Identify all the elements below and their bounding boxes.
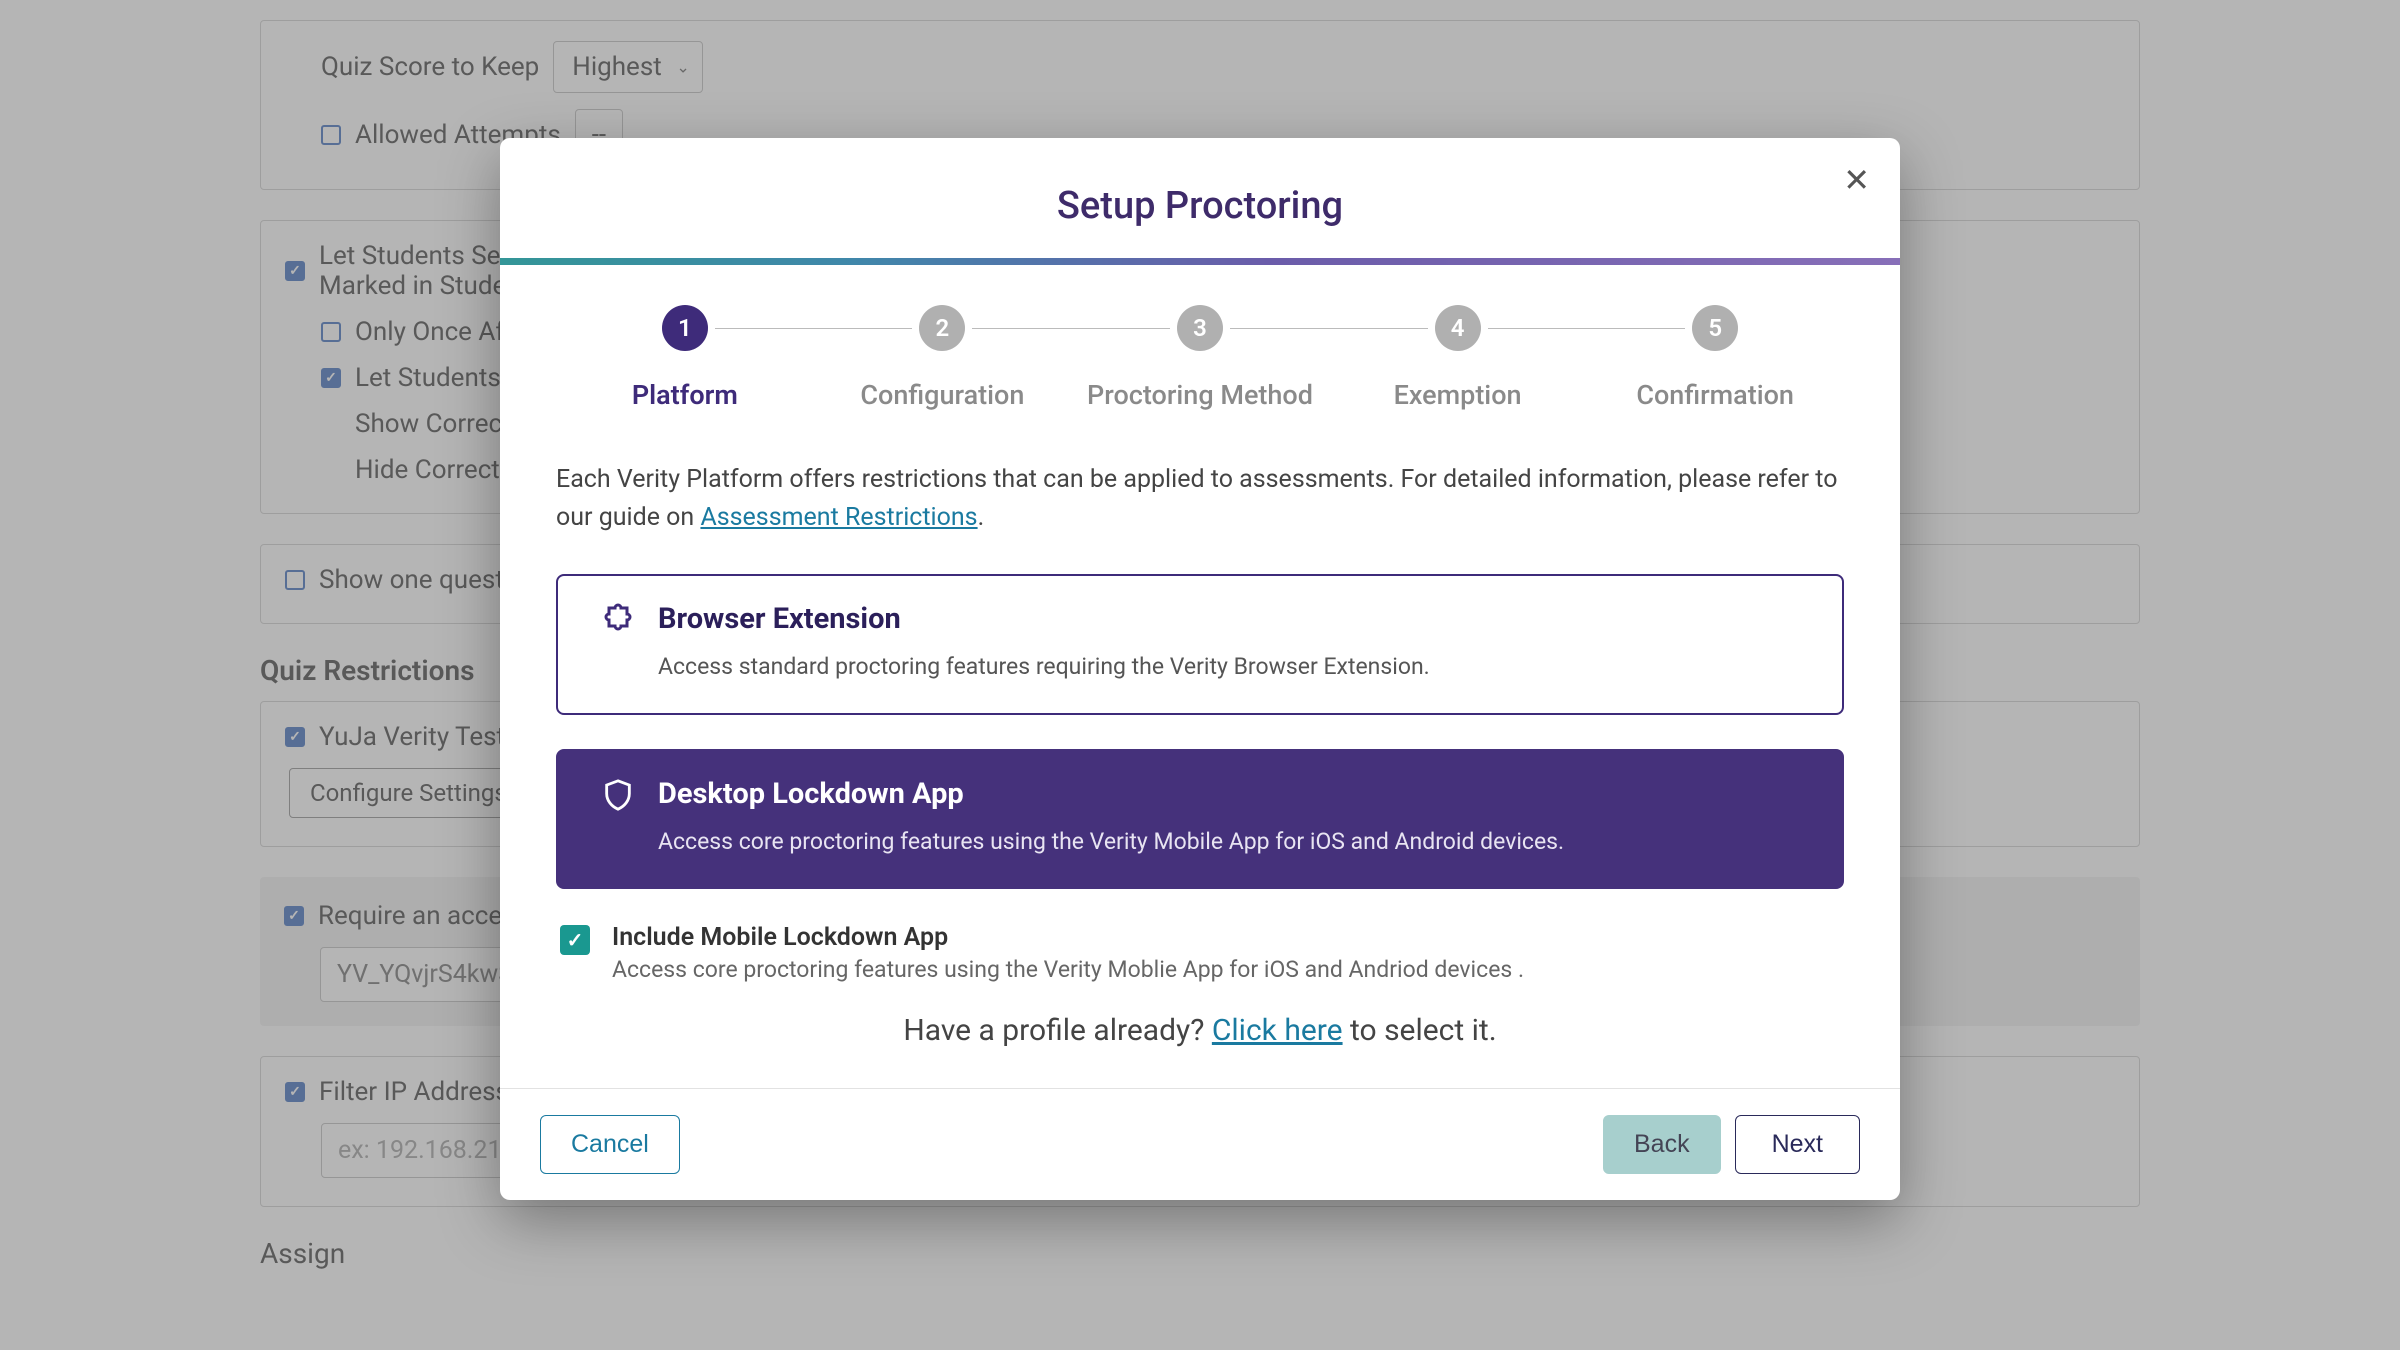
profile-post: to select it. bbox=[1343, 1013, 1497, 1048]
option-title: Browser Extension bbox=[658, 602, 1802, 636]
step-label: Platform bbox=[632, 379, 738, 411]
setup-proctoring-modal: ✕ Setup Proctoring 1 Platform 2 Configur… bbox=[500, 138, 1900, 1200]
include-mobile-row: Include Mobile Lockdown App Access core … bbox=[556, 923, 1844, 983]
step-confirmation[interactable]: 5 Confirmation bbox=[1586, 305, 1844, 411]
step-label: Proctoring Method bbox=[1087, 379, 1313, 411]
option-desc: Access standard proctoring features requ… bbox=[658, 650, 1802, 685]
include-desc: Access core proctoring features using th… bbox=[612, 956, 1524, 983]
back-button[interactable]: Back bbox=[1603, 1115, 1721, 1174]
step-number: 4 bbox=[1435, 305, 1481, 351]
option-title: Desktop Lockdown App bbox=[658, 777, 1802, 811]
shield-icon bbox=[598, 775, 638, 815]
step-label: Confirmation bbox=[1636, 379, 1794, 411]
assessment-restrictions-link[interactable]: Assessment Restrictions bbox=[700, 503, 977, 532]
step-label: Exemption bbox=[1394, 379, 1522, 411]
intro-post: . bbox=[978, 503, 985, 532]
step-connector bbox=[715, 328, 913, 329]
step-platform[interactable]: 1 Platform bbox=[556, 305, 814, 411]
step-label: Configuration bbox=[860, 379, 1024, 411]
modal-footer: Cancel Back Next bbox=[500, 1088, 1900, 1200]
modal-overlay: ✕ Setup Proctoring 1 Platform 2 Configur… bbox=[0, 0, 2400, 1350]
intro-text: Each Verity Platform offers restrictions… bbox=[556, 461, 1844, 536]
step-configuration[interactable]: 2 Configuration bbox=[814, 305, 1072, 411]
option-browser-extension[interactable]: Browser Extension Access standard procto… bbox=[556, 574, 1844, 715]
profile-click-here-link[interactable]: Click here bbox=[1212, 1013, 1343, 1048]
profile-pre: Have a profile already? bbox=[903, 1013, 1212, 1048]
step-number: 3 bbox=[1177, 305, 1223, 351]
step-number: 2 bbox=[919, 305, 965, 351]
step-connector bbox=[972, 328, 1170, 329]
profile-prompt: Have a profile already? Click here to se… bbox=[556, 1013, 1844, 1048]
step-number: 5 bbox=[1692, 305, 1738, 351]
step-number: 1 bbox=[662, 305, 708, 351]
modal-progress-bar bbox=[500, 258, 1900, 265]
footer-right: Back Next bbox=[1603, 1115, 1860, 1174]
include-mobile-checkbox[interactable] bbox=[560, 925, 590, 955]
option-desc: Access core proctoring features using th… bbox=[658, 825, 1802, 860]
wizard-stepper: 1 Platform 2 Configuration 3 Proctoring … bbox=[556, 305, 1844, 411]
modal-body: 1 Platform 2 Configuration 3 Proctoring … bbox=[500, 265, 1900, 1088]
option-desktop-lockdown[interactable]: Desktop Lockdown App Access core proctor… bbox=[556, 749, 1844, 890]
step-connector bbox=[1230, 328, 1428, 329]
step-proctoring-method[interactable]: 3 Proctoring Method bbox=[1071, 305, 1329, 411]
include-title: Include Mobile Lockdown App bbox=[612, 923, 1524, 952]
step-exemption[interactable]: 4 Exemption bbox=[1329, 305, 1587, 411]
close-icon[interactable]: ✕ bbox=[1843, 164, 1870, 196]
step-connector bbox=[1488, 328, 1686, 329]
modal-title: Setup Proctoring bbox=[500, 138, 1900, 258]
cancel-button[interactable]: Cancel bbox=[540, 1115, 680, 1174]
include-mobile-text: Include Mobile Lockdown App Access core … bbox=[612, 923, 1524, 983]
next-button[interactable]: Next bbox=[1735, 1115, 1860, 1174]
puzzle-icon bbox=[598, 600, 638, 640]
